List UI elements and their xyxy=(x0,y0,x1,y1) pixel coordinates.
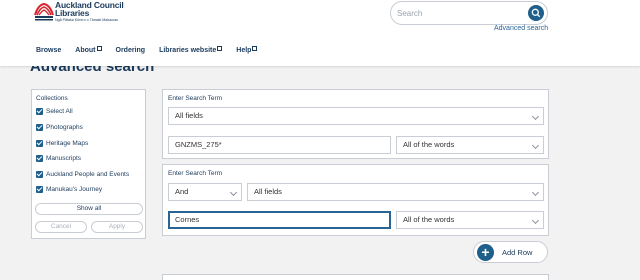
cancel-button[interactable]: Cancel xyxy=(35,221,87,233)
nav-item-help[interactable]: Help xyxy=(236,46,258,57)
search-term-input[interactable]: Cornes xyxy=(168,211,391,229)
collections-panel: Collections Select All Photographs Herit… xyxy=(31,89,146,239)
search-term-group-1: Enter Search Term All fields GNZMS_275* … xyxy=(162,89,549,159)
search-term-label: Enter Search Term xyxy=(168,95,223,102)
show-all-button[interactable]: Show all xyxy=(35,203,143,215)
checkbox-checked-icon xyxy=(36,155,43,162)
external-link-icon xyxy=(217,46,223,51)
collection-auckland-people-events[interactable]: Auckland People and Events xyxy=(36,171,129,178)
search-term-group-2: Enter Search Term And All fields Cornes … xyxy=(162,164,549,236)
collection-manuscripts[interactable]: Manuscripts xyxy=(36,155,81,162)
collections-heading: Collections xyxy=(36,95,68,102)
match-select[interactable]: All of the words xyxy=(396,136,544,154)
nav-item-ordering[interactable]: Ordering xyxy=(116,47,146,57)
apply-button[interactable]: Apply xyxy=(91,221,143,233)
external-link-icon xyxy=(96,46,102,51)
site-header: Auckland Council Libraries Ngā Pātaka Kō… xyxy=(0,0,640,66)
checkbox-checked-icon xyxy=(36,140,43,147)
collection-manukaus-journey[interactable]: Manukau's Journey xyxy=(36,186,102,193)
match-select[interactable]: All of the words xyxy=(396,211,544,229)
checkbox-checked-icon xyxy=(36,186,43,193)
collection-heritage-maps[interactable]: Heritage Maps xyxy=(36,140,88,147)
operator-select[interactable]: And xyxy=(168,183,242,201)
search-term-label: Enter Search Term xyxy=(168,170,223,177)
search-input[interactable] xyxy=(397,6,517,20)
nav-item-libraries-website[interactable]: Libraries website xyxy=(159,46,223,57)
search-icon xyxy=(531,8,541,18)
collection-select-all[interactable]: Select All xyxy=(36,108,73,115)
plus-icon: + xyxy=(477,244,494,261)
checkbox-checked-icon xyxy=(36,171,43,178)
external-link-icon xyxy=(252,46,258,51)
field-select[interactable]: All fields xyxy=(168,107,544,125)
auckland-council-logo[interactable]: Auckland Council Libraries Ngā Pātaka Kō… xyxy=(33,1,163,27)
add-row-button[interactable]: + Add Row xyxy=(473,241,548,263)
logo-mark-icon xyxy=(34,2,54,21)
brand-subtitle: Ngā Pātaka Kōrero o Tāmaki Makaurau xyxy=(55,18,119,22)
checkbox-checked-icon xyxy=(36,108,43,115)
advanced-search-link[interactable]: Advanced search xyxy=(494,25,548,32)
brand-name: Auckland Council Libraries xyxy=(55,0,124,18)
next-panel xyxy=(162,274,549,280)
nav-item-about[interactable]: About xyxy=(75,46,102,57)
search-box xyxy=(390,1,548,25)
collection-photographs[interactable]: Photographs xyxy=(36,124,83,131)
nav-item-browse[interactable]: Browse xyxy=(36,47,61,57)
checkbox-checked-icon xyxy=(36,124,43,131)
main-nav: Browse About Ordering Libraries website … xyxy=(36,46,258,57)
field-select[interactable]: All fields xyxy=(247,183,544,201)
search-button[interactable] xyxy=(528,5,544,21)
add-row-label: Add Row xyxy=(502,248,533,257)
search-term-input[interactable]: GNZMS_275* xyxy=(168,136,391,154)
